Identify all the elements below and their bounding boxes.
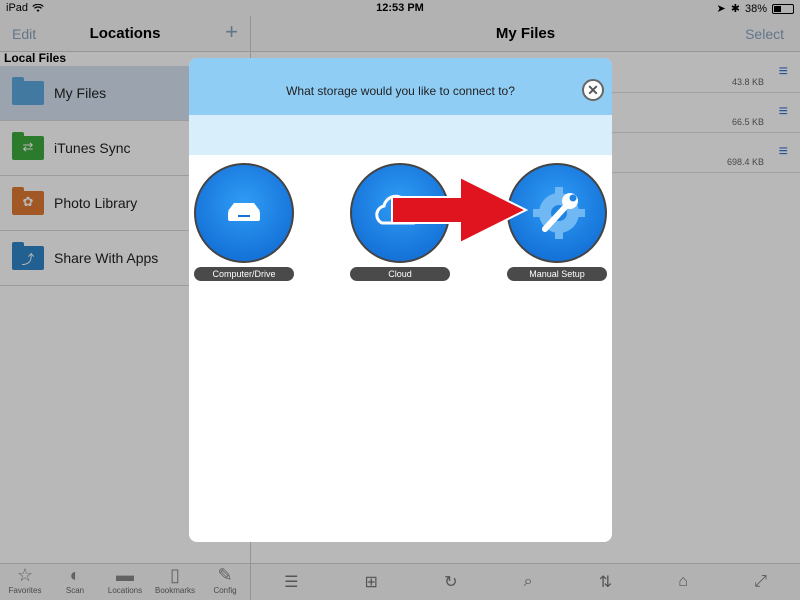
- dialog-band: [189, 115, 612, 155]
- dialog-header: What storage would you like to connect t…: [189, 58, 612, 115]
- close-button[interactable]: ✕: [582, 79, 604, 101]
- drive-icon[interactable]: [194, 163, 294, 263]
- dialog-question: What storage would you like to connect t…: [286, 84, 515, 98]
- option-label: Cloud: [350, 267, 450, 281]
- option-label: Manual Setup: [507, 267, 607, 281]
- option-computer-drive[interactable]: Computer/Drive: [194, 163, 294, 282]
- close-icon: ✕: [587, 82, 599, 98]
- red-arrow-annotation: [391, 175, 529, 245]
- option-label: Computer/Drive: [194, 267, 294, 281]
- connect-storage-dialog: What storage would you like to connect t…: [189, 58, 612, 542]
